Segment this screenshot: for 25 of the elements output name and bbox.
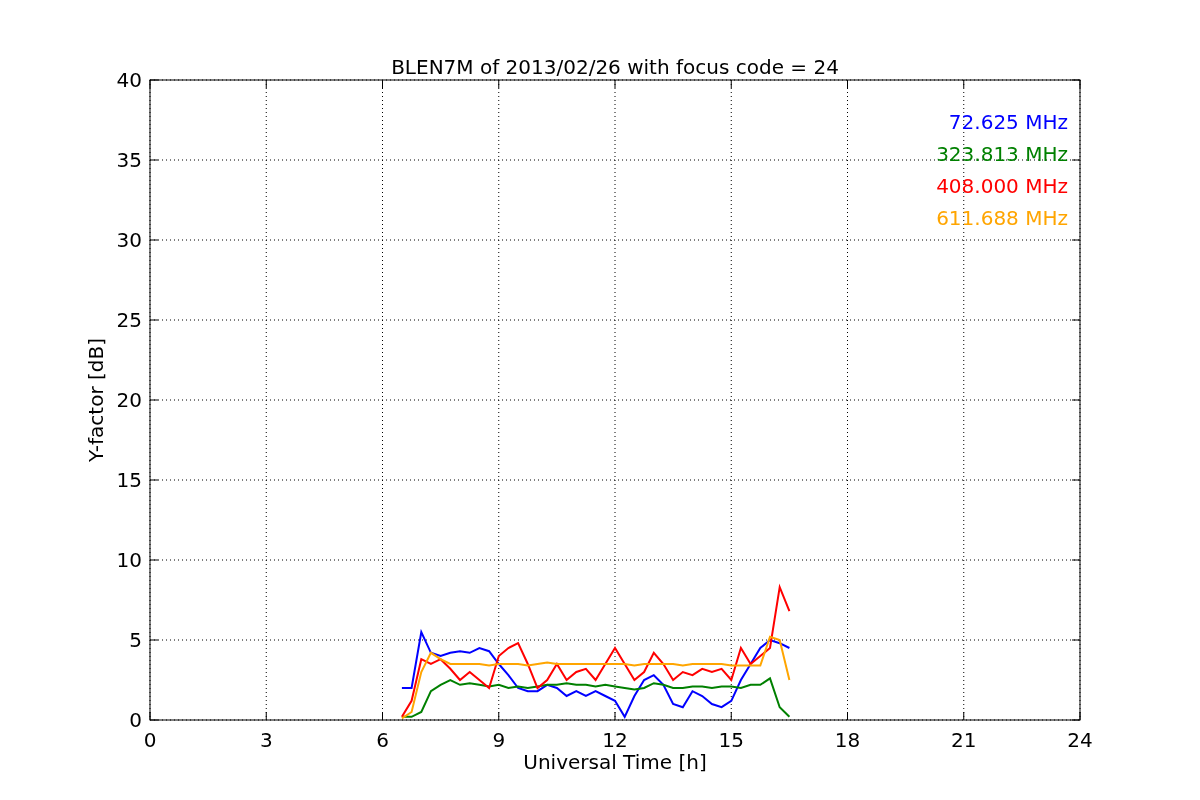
legend-label: 323.813 MHz bbox=[936, 142, 1068, 166]
y-tick-label: 10 bbox=[116, 548, 142, 572]
y-tick-label: 15 bbox=[116, 468, 142, 492]
y-tick-label: 40 bbox=[116, 68, 142, 92]
x-tick-label: 24 bbox=[1067, 728, 1093, 752]
x-tick-label: 0 bbox=[143, 728, 157, 752]
legend-label: 611.688 MHz bbox=[936, 206, 1068, 230]
y-tick-label: 5 bbox=[129, 628, 142, 652]
chart-title: BLEN7M of 2013/02/26 with focus code = 24 bbox=[391, 55, 839, 79]
x-tick-label: 15 bbox=[718, 728, 744, 752]
x-tick-label: 3 bbox=[259, 728, 273, 752]
x-tick-label: 21 bbox=[951, 728, 977, 752]
x-tick-label: 12 bbox=[602, 728, 628, 752]
y-tick-label: 35 bbox=[116, 148, 142, 172]
x-tick-label: 18 bbox=[834, 728, 861, 752]
x-tick-label: 6 bbox=[376, 728, 389, 752]
x-axis-label: Universal Time [h] bbox=[523, 750, 707, 774]
legend-label: 72.625 MHz bbox=[948, 110, 1068, 134]
y-axis-label: Y-factor [dB] bbox=[84, 338, 108, 462]
y-tick-label: 20 bbox=[116, 388, 142, 412]
y-tick-label: 30 bbox=[116, 228, 142, 252]
y-tick-label: 25 bbox=[116, 308, 142, 332]
x-tick-label: 9 bbox=[492, 728, 506, 752]
y-tick-label: 0 bbox=[129, 708, 142, 732]
legend-label: 408.000 MHz bbox=[936, 174, 1068, 198]
